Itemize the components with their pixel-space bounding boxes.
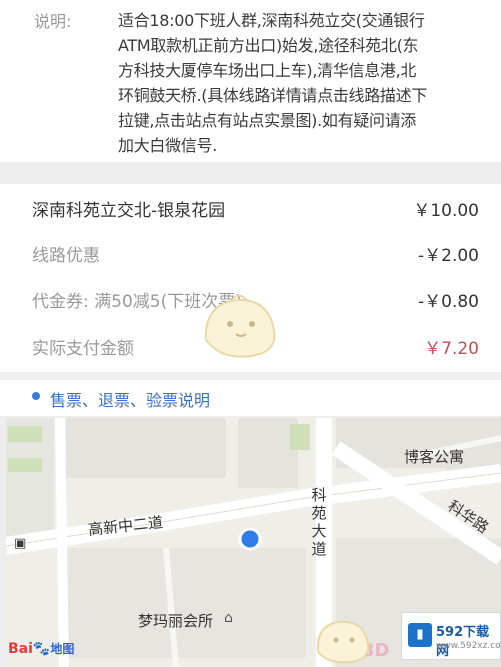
mascot-watermark-icon: [316, 620, 370, 664]
discount-value: -￥2.00: [418, 246, 479, 266]
site-url: www.592xz.com: [436, 641, 501, 651]
site-logo-icon: ▮: [408, 623, 432, 647]
building-icon: ⌂: [224, 610, 233, 626]
route-name: 深南科苑立交北-银泉花园: [32, 201, 226, 221]
route-price-row[interactable]: 深南科苑立交北-银泉花园 ￥10.00: [32, 196, 479, 226]
current-location-marker: [238, 527, 262, 551]
bullet-icon: [32, 392, 40, 400]
description-line: 加大白微信号.: [118, 136, 217, 155]
description-line: 拉键,点击站点有站点实景图).如有疑问请添: [118, 111, 417, 130]
route-price: ￥10.00: [413, 201, 479, 221]
baidu-map-logo: Bai🐾地图: [8, 641, 75, 657]
ticket-notice-text: 售票、退票、验票说明: [50, 391, 211, 410]
discount-row: 线路优惠 -￥2.00: [32, 241, 479, 271]
ticket-notice-link[interactable]: 售票、退票、验票说明: [0, 380, 501, 416]
discount-label: 线路优惠: [32, 246, 100, 266]
coupon-value: -￥0.80: [418, 292, 479, 312]
road-label-keyuan: 科 苑 大 道: [311, 486, 327, 558]
mascot-watermark-icon: [204, 294, 276, 358]
description-line: 环铜鼓天桥.(具体线路详情请点击线路描述下: [118, 86, 428, 105]
poi-boke-apartment[interactable]: 博客公寓: [404, 446, 464, 467]
description-label: 说明:: [34, 12, 72, 31]
poi-mengmali-club[interactable]: 梦玛丽会所: [138, 610, 213, 631]
bus-stop-icon: ▣: [14, 536, 27, 551]
description-line: 方科技大厦停车场出口上车),清华信息港,北: [118, 61, 417, 80]
description-line: 适合18:00下班人群,深南科苑立交(交通银行: [118, 11, 425, 30]
actual-payment-label: 实际支付金额: [32, 339, 134, 359]
site-name: 592下载网: [436, 625, 490, 659]
site-watermark-badge: ▮ 592下载网 www.592xz.com: [401, 612, 501, 660]
actual-payment-value: ￥7.20: [424, 339, 479, 359]
description-line: ATM取款机正前方出口)始发,途径科苑北(东: [118, 36, 419, 55]
description-text: 适合18:00下班人群,深南科苑立交(交通银行 ATM取款机正前方出口)始发,途…: [118, 8, 486, 158]
route-description-panel: 说明: 适合18:00下班人群,深南科苑立交(交通银行 ATM取款机正前方出口)…: [0, 0, 501, 162]
